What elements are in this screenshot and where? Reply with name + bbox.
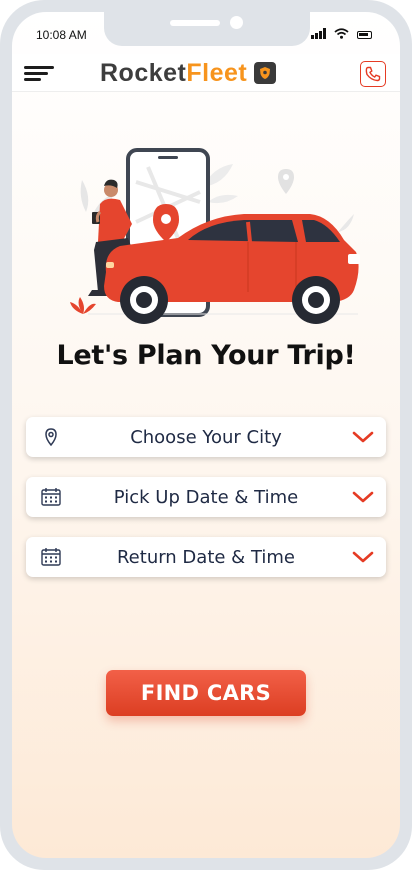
brand-logo: Rocket Fleet bbox=[100, 58, 277, 88]
call-button[interactable] bbox=[360, 61, 386, 87]
status-icons bbox=[311, 28, 372, 39]
find-cars-label: FIND CARS bbox=[140, 681, 272, 705]
return-datetime-label: Return Date & Time bbox=[116, 547, 295, 568]
notch bbox=[104, 12, 310, 46]
notch-camera bbox=[230, 16, 243, 29]
phone-icon bbox=[365, 66, 381, 82]
page-title: Let's Plan Your Trip! bbox=[56, 340, 356, 371]
hero-illustration bbox=[70, 148, 360, 324]
chevron-down-icon bbox=[352, 551, 374, 563]
notch-speaker bbox=[170, 20, 220, 26]
battery-icon bbox=[357, 31, 372, 39]
hamburger-icon[interactable] bbox=[24, 64, 56, 84]
return-datetime-select[interactable]: Return Date & Time bbox=[26, 537, 386, 577]
chevron-down-icon bbox=[352, 491, 374, 503]
phone-screen: 10:08 AM Rocket Fleet Let's Plan Your Tr… bbox=[12, 12, 400, 858]
status-time: 10:08 AM bbox=[36, 28, 87, 42]
pickup-datetime-select[interactable]: Pick Up Date & Time bbox=[26, 477, 386, 517]
find-cars-button[interactable]: FIND CARS bbox=[106, 670, 306, 716]
brand-name-part2: Fleet bbox=[186, 58, 248, 87]
pickup-datetime-label: Pick Up Date & Time bbox=[113, 487, 299, 508]
brand-name-part1: Rocket bbox=[100, 58, 187, 87]
city-select-label: Choose Your City bbox=[130, 427, 282, 448]
signal-icon bbox=[311, 28, 326, 39]
phone-frame: 10:08 AM Rocket Fleet Let's Plan Your Tr… bbox=[0, 0, 412, 870]
location-pin-icon bbox=[45, 428, 57, 447]
wifi-icon bbox=[334, 28, 349, 39]
shield-icon bbox=[254, 62, 277, 84]
calendar-icon bbox=[41, 548, 61, 566]
chevron-down-icon bbox=[352, 431, 374, 443]
calendar-icon bbox=[41, 488, 61, 506]
city-select[interactable]: Choose Your City bbox=[26, 417, 386, 457]
app-header: Rocket Fleet bbox=[12, 54, 400, 92]
